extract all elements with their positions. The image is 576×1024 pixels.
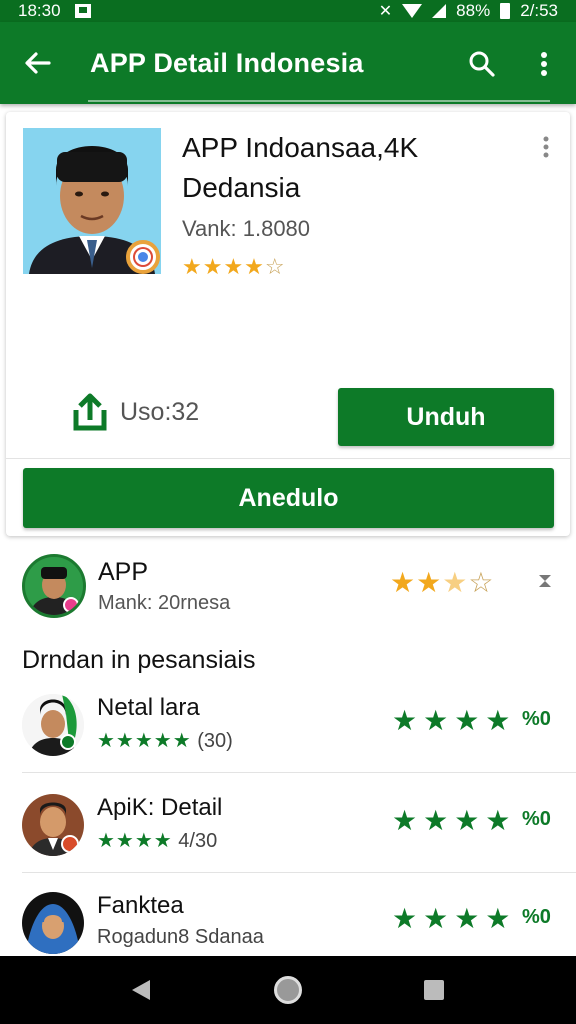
page-title: APP Detail Indonesia <box>90 47 364 78</box>
more-vert-icon <box>543 136 549 158</box>
nav-recents-icon[interactable] <box>424 980 444 1000</box>
review-rating-stars: ★★★☆ <box>390 566 496 599</box>
item-sub-text: 4/30 <box>178 830 218 852</box>
item-name: Netal lara <box>97 694 200 721</box>
rating-filled-stars: ★★ <box>390 567 443 598</box>
nav-home-icon[interactable] <box>274 976 302 1004</box>
wifi-icon <box>402 4 423 18</box>
rating-filled-stars: ★★★★ <box>182 254 265 279</box>
item-sub-text: Rogadun8 Sdanaa <box>97 926 264 948</box>
review-subtitle: Mank: 20rnesa <box>98 592 231 614</box>
status-bar: 18:30 ✕ 88% 2/:53 <box>0 0 576 22</box>
section-title: Drndan in pesansiais <box>22 646 256 674</box>
back-button[interactable] <box>0 22 74 104</box>
collapse-icon[interactable] <box>534 570 556 592</box>
card-overflow-button[interactable] <box>534 132 558 162</box>
item-mini-stars: ★★★★ <box>97 830 173 852</box>
battery-percent: 88% <box>456 1 491 20</box>
share-label: Uso:32 <box>120 397 200 426</box>
item-rating-stars: ★★★★ <box>392 903 517 934</box>
hourglass-icon <box>539 575 551 587</box>
rating-empty-star: ☆ <box>264 254 285 279</box>
search-icon <box>469 51 495 77</box>
arrow-back-icon <box>25 52 51 74</box>
overflow-menu-button[interactable] <box>524 44 564 84</box>
app-detail-card: APP Indoansaa,4K Dedansia Vank: 1.8080 ★… <box>6 112 570 536</box>
item-count: %0 <box>522 906 551 928</box>
item-mini-stars: ★★★★★ <box>97 730 192 752</box>
google-play-badge-icon <box>126 240 160 274</box>
battery-icon <box>500 3 511 19</box>
item-name: ApiK: Detail <box>97 794 223 821</box>
avatar <box>22 794 84 856</box>
nfc-icon: ✕ <box>378 3 393 20</box>
more-vert-icon <box>541 52 547 76</box>
share-upload-icon <box>73 393 107 431</box>
item-name: Fanktea <box>97 892 184 919</box>
review-app-title: APP <box>98 558 149 586</box>
review-summary[interactable]: APP Mank: 20rnesa ★★★☆ <box>22 554 562 624</box>
item-count: %0 <box>522 708 551 730</box>
avatar <box>22 892 84 954</box>
app-name: APP Indoansaa,4K Dedansia <box>182 128 502 208</box>
item-subtitle: Rogadun8 Sdanaa <box>97 926 264 949</box>
title-underline <box>88 100 550 102</box>
app-name-line1: APP Indoansaa,4K <box>182 132 419 163</box>
share-action[interactable]: Uso:32 <box>72 392 199 432</box>
nav-back-icon[interactable] <box>130 978 152 1002</box>
item-subtitle: ★★★★ 4/30 <box>97 828 217 853</box>
search-button[interactable] <box>462 44 502 84</box>
divider <box>22 772 576 773</box>
rating-half-star: ★ <box>442 567 469 598</box>
install-button[interactable]: Unduh <box>338 388 554 446</box>
open-button[interactable]: Anedulo <box>23 468 554 528</box>
person-avatar-icon <box>22 694 84 756</box>
signal-icon <box>432 4 447 18</box>
app-bar: APP Detail Indonesia <box>0 22 576 104</box>
divider <box>6 458 570 459</box>
app-version: Vank: 1.8080 <box>182 216 311 241</box>
avatar <box>22 554 86 618</box>
person-avatar-icon <box>22 892 84 954</box>
divider <box>22 872 576 873</box>
avatar <box>22 694 84 756</box>
rating-empty-star: ☆ <box>468 567 497 598</box>
notification-icon <box>74 4 91 18</box>
person-avatar-icon <box>22 794 84 856</box>
app-rating-stars: ★★★★☆ <box>182 254 285 280</box>
app-name-line2: Dedansia <box>182 172 301 203</box>
item-rating-stars: ★★★★ <box>392 805 517 836</box>
item-sub-text: (30) <box>197 730 233 752</box>
person-avatar-icon <box>25 557 83 615</box>
status-clock: 2/:53 <box>520 1 558 20</box>
system-nav-bar <box>0 956 576 1024</box>
item-subtitle: ★★★★★ (30) <box>97 728 233 753</box>
list-item[interactable]: ApiK: Detail ★★★★ 4/30 ★★★★ %0 <box>0 794 576 894</box>
item-count: %0 <box>522 808 551 830</box>
item-rating-stars: ★★★★ <box>392 705 517 736</box>
status-time: 18:30 <box>18 1 61 20</box>
list-item[interactable]: Netal lara ★★★★★ (30) ★★★★ %0 <box>0 694 576 794</box>
